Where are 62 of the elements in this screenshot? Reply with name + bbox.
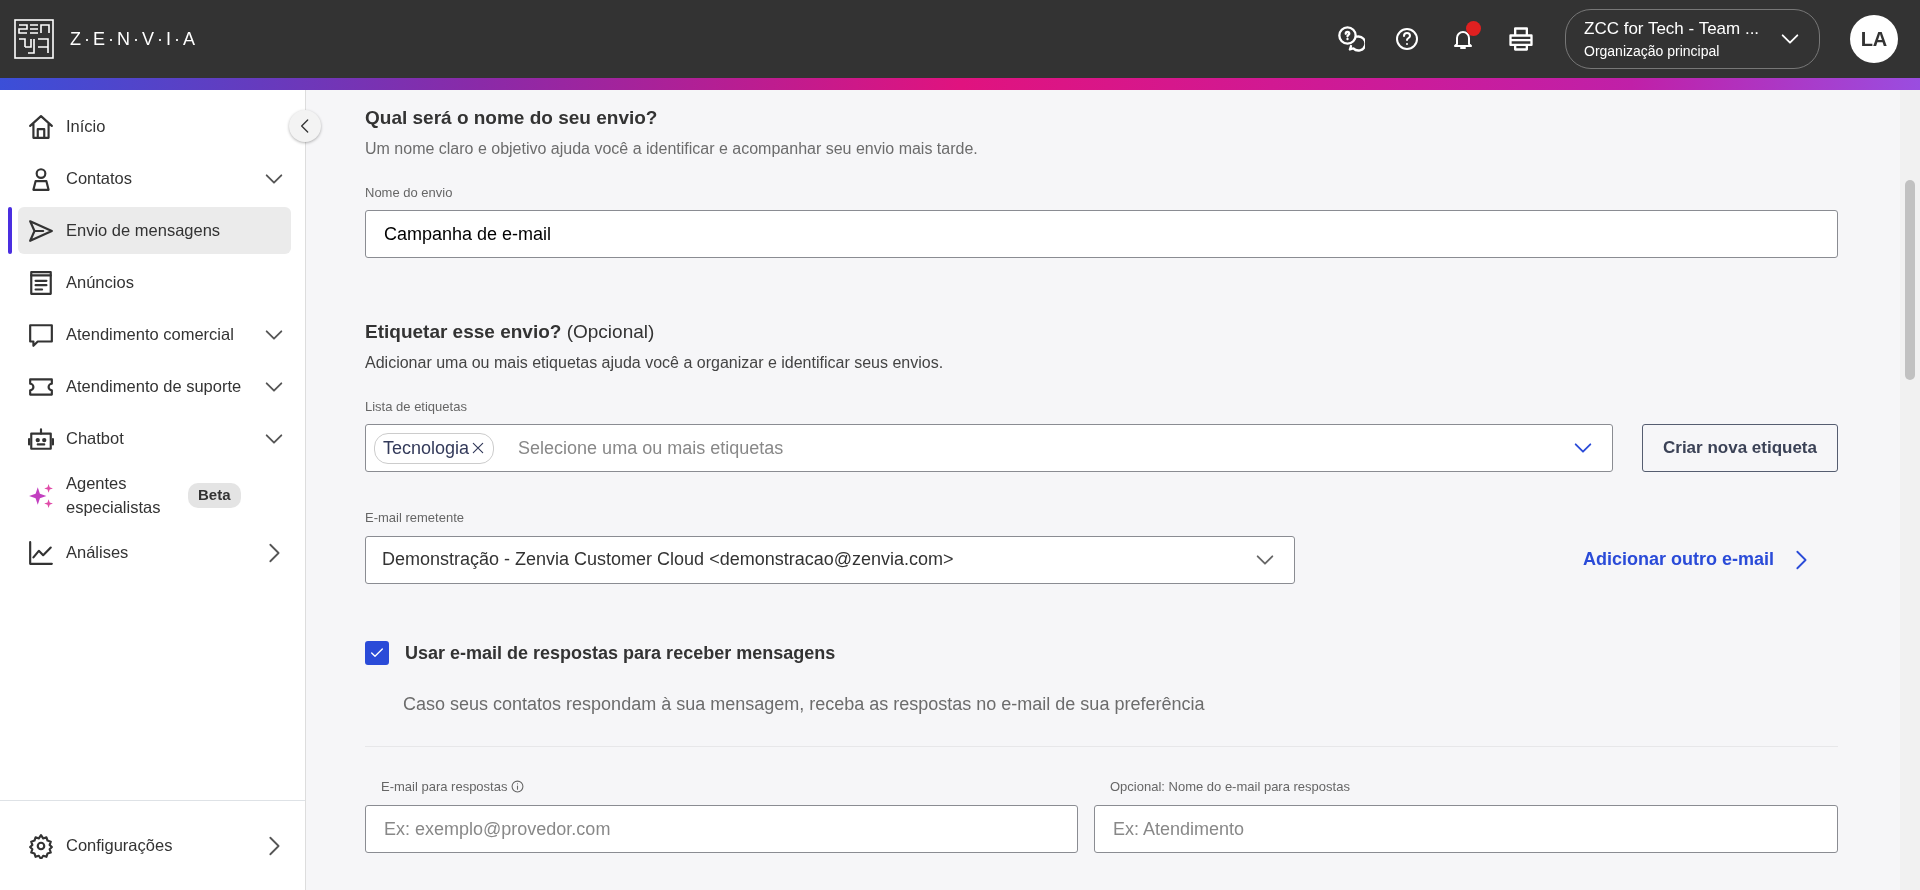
sender-email-value: Demonstração - Zenvia Customer Cloud <demonstracao@zenvia.com>: [382, 548, 954, 571]
sidebar-item-label: Análises: [66, 541, 130, 563]
sidebar-item-label: Chatbot: [66, 427, 125, 449]
add-email-link[interactable]: Adicionar outro e-mail: [1582, 546, 1812, 573]
sidebar-item[interactable]: Chatbot: [18, 415, 291, 462]
close-icon: [471, 441, 486, 455]
sidebar-item-label: Atendimento comercial: [66, 323, 235, 345]
tag-chip[interactable]: Tecnologia: [374, 432, 495, 464]
home-icon: [28, 113, 54, 140]
speech-bubble-icon: [28, 321, 54, 348]
sidebar-item-label: Agentes especialistas: [66, 473, 162, 518]
sidebar-item[interactable]: Contatos: [18, 155, 291, 202]
document-icon: [28, 269, 54, 296]
field-label: Lista de etiquetas: [365, 397, 468, 416]
sidebar-item[interactable]: Análises: [18, 529, 291, 576]
sidebar-item-label: Envio de mensagens: [66, 219, 222, 241]
sidebar-item[interactable]: Atendimento de suporte: [18, 363, 291, 410]
collapse-sidebar-button[interactable]: [289, 110, 321, 142]
send-name-field[interactable]: Campanha de e-mail: [365, 210, 1838, 258]
create-tag-button[interactable]: Criar nova etiqueta: [1642, 424, 1838, 472]
field-label: Nome do envio: [365, 183, 454, 202]
organization-name: ZCC for Tech - Team ...: [1584, 17, 1761, 40]
section-subtitle: Um nome claro e objetivo ajuda você a identificar e acompanhar seu envio mais tarde.: [365, 138, 979, 159]
line-chart-icon: [28, 539, 54, 566]
sidebar-item-label: Contatos: [66, 167, 134, 189]
field-label: E-mail para respostas: [381, 777, 508, 796]
help-icon[interactable]: [1395, 27, 1419, 51]
reply-email-checkbox[interactable]: [365, 641, 389, 665]
gear-icon: [28, 832, 54, 859]
sidebar-item-label: Configurações: [66, 835, 174, 857]
sidebar-item-label: Início: [66, 115, 107, 137]
section-title: Qual será o nome do seu envio?: [365, 106, 659, 130]
sidebar-item-label: Anúncios: [66, 271, 135, 293]
scrollbar[interactable]: [1900, 90, 1920, 890]
user-avatar[interactable]: LA: [1850, 15, 1898, 63]
printer-icon[interactable]: [1507, 25, 1535, 53]
checkbox-description: Caso seus contatos respondam à sua mensagem, receba as respostas no e-mail de sua preferência: [403, 692, 1206, 716]
robot-icon: [28, 425, 54, 452]
organization-selector[interactable]: ZCC for Tech - Team ... Organização principal: [1565, 8, 1820, 70]
section-subtitle: Adicionar uma ou mais etiquetas ajuda você a organizar e identificar seus envios.: [365, 352, 945, 373]
field-label: Opcional: Nome do e-mail para respostas: [1110, 777, 1350, 796]
tags-placeholder: Selecione uma ou mais etiquetas: [518, 436, 785, 460]
sender-email-select[interactable]: Demonstração - Zenvia Customer Cloud <demonstracao@zenvia.com>: [365, 535, 1295, 584]
logo-wordmark: Z·E·N·V·I·A: [70, 27, 198, 51]
send-icon: [28, 217, 54, 244]
reply-field[interactable]: Ex: exemplo@provedor.com: [365, 805, 1078, 853]
chat-help-icon[interactable]: [1337, 25, 1365, 53]
sidebar-item[interactable]: Início: [18, 103, 291, 150]
beta-badge: Beta: [188, 483, 241, 508]
sidebar-item[interactable]: Atendimento comercial: [18, 311, 291, 358]
sidebar-item-label: Atendimento de suporte: [66, 375, 243, 397]
logo-icon: [14, 19, 54, 59]
sidebar-item[interactable]: Agentes especialistas Beta: [18, 472, 291, 519]
tags-select-field[interactable]: Tecnologia Selecione uma ou mais etiquetas: [365, 424, 1613, 472]
sidebar-item[interactable]: Configurações: [18, 822, 291, 869]
reply-field[interactable]: Ex: Atendimento: [1094, 805, 1838, 853]
sidebar-item[interactable]: Anúncios: [18, 259, 291, 306]
checkbox-label: Usar e-mail de respostas para receber mensagens: [405, 641, 836, 665]
section-title: Etiquetar esse envio? (Opcional): [365, 320, 656, 344]
field-label: E-mail remetente: [365, 509, 465, 527]
organization-subtitle: Organização principal: [1584, 42, 1721, 62]
sparkles-icon: [28, 482, 54, 509]
